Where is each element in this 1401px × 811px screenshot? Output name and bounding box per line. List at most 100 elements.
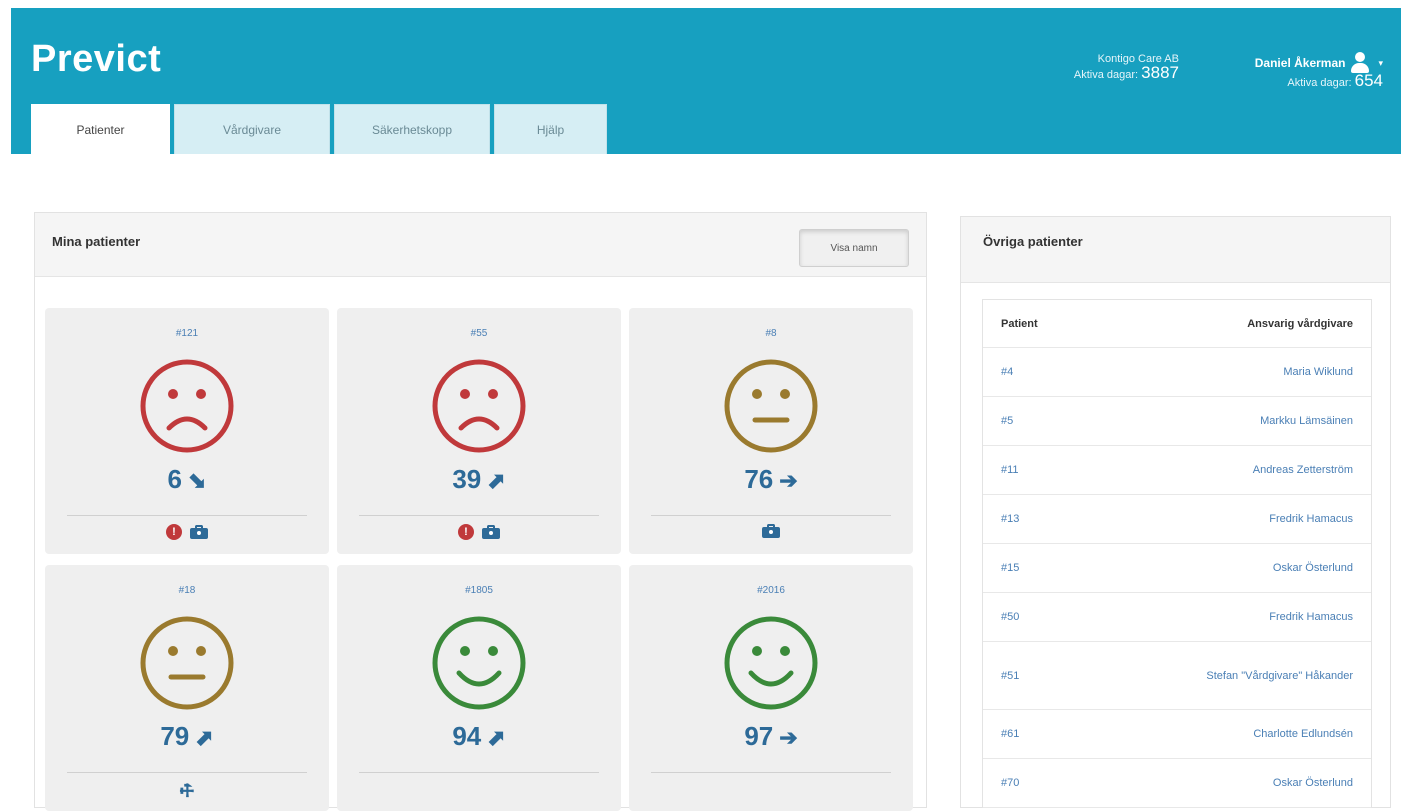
happy-face-icon bbox=[431, 615, 527, 716]
patient-score: 76 ➔ bbox=[629, 464, 913, 495]
caregiver-link[interactable]: Fredrik Hamacus bbox=[1269, 510, 1353, 528]
medkit-icon[interactable] bbox=[190, 525, 208, 539]
patient-link[interactable]: #13 bbox=[1001, 513, 1019, 525]
patient-score: 97 ➔ bbox=[629, 721, 913, 752]
card-status-icons bbox=[629, 524, 913, 538]
trend-up-right-icon: ⬈ bbox=[195, 725, 214, 750]
table-row[interactable]: #50 Fredrik Hamacus bbox=[983, 593, 1371, 642]
trend-right-icon: ➔ bbox=[779, 468, 798, 493]
neutral-face-icon bbox=[723, 358, 819, 459]
table-row[interactable]: #13 Fredrik Hamacus bbox=[983, 495, 1371, 544]
trend-down-right-icon: ⬊ bbox=[188, 468, 207, 493]
score-value: 97 bbox=[744, 721, 774, 751]
column-header-patient: Patient bbox=[1001, 317, 1038, 330]
caregiver-link[interactable]: Oskar Österlund bbox=[1273, 774, 1353, 792]
app-header: Previct Kontigo Care AB Aktiva dagar: 38… bbox=[11, 8, 1401, 154]
caregiver-link[interactable]: Andreas Zetterström bbox=[1253, 461, 1353, 479]
tab-vardgivare[interactable]: Vårdgivare bbox=[174, 104, 330, 154]
patient-id-link[interactable]: #2016 bbox=[629, 585, 913, 596]
organization-info: Kontigo Care AB Aktiva dagar: 3887 bbox=[1074, 52, 1179, 82]
org-active-days-value: 3887 bbox=[1141, 63, 1179, 82]
card-divider bbox=[651, 515, 891, 516]
patient-link[interactable]: #4 bbox=[1001, 366, 1013, 378]
other-patients-panel: Övriga patienter Patient Ansvarig vårdgi… bbox=[960, 216, 1391, 808]
chevron-down-icon[interactable]: ▾ bbox=[1378, 56, 1383, 70]
patient-card-grid: #121 6 ⬊! #55 39 ⬈! #8 76 ➔ #18 79 ⬈ ⚒ #1805 94 ⬈ #2016 9… bbox=[45, 308, 915, 811]
patient-card[interactable]: #1805 94 ⬈ bbox=[337, 565, 621, 811]
caregiver-link[interactable]: Markku Lämsäinen bbox=[1260, 412, 1353, 430]
sad-face-icon bbox=[139, 358, 235, 459]
alert-icon[interactable]: ! bbox=[458, 524, 474, 540]
patient-id-link[interactable]: #8 bbox=[629, 328, 913, 339]
happy-face-icon bbox=[723, 615, 819, 716]
card-divider bbox=[359, 515, 599, 516]
card-divider bbox=[359, 772, 599, 773]
patient-id-link[interactable]: #55 bbox=[337, 328, 621, 339]
caregiver-link[interactable]: Stefan "Vårdgivare" Håkander bbox=[1206, 667, 1353, 685]
patient-link[interactable]: #15 bbox=[1001, 562, 1019, 574]
score-value: 76 bbox=[744, 464, 774, 494]
my-patients-header: Mina patienter Visa namn bbox=[35, 213, 926, 277]
user-active-days-label: Aktiva dagar: bbox=[1287, 77, 1352, 89]
score-value: 94 bbox=[452, 721, 482, 751]
user-name[interactable]: Daniel Åkerman bbox=[1255, 56, 1346, 70]
card-status-icons: ⚒ bbox=[45, 779, 329, 803]
caregiver-link[interactable]: Charlotte Edlundsén bbox=[1253, 725, 1353, 743]
my-patients-title: Mina patienter bbox=[52, 234, 141, 249]
other-patients-title: Övriga patienter bbox=[983, 234, 1083, 249]
patient-link[interactable]: #51 bbox=[1001, 670, 1019, 682]
app-logo[interactable]: Previct bbox=[31, 38, 161, 81]
caregiver-link[interactable]: Fredrik Hamacus bbox=[1269, 608, 1353, 626]
patient-card[interactable]: #2016 97 ➔ bbox=[629, 565, 913, 811]
patient-score: 79 ⬈ bbox=[45, 721, 329, 752]
patient-link[interactable]: #70 bbox=[1001, 777, 1019, 789]
patient-id-link[interactable]: #18 bbox=[45, 585, 329, 596]
table-row[interactable]: #11 Andreas Zetterström bbox=[983, 446, 1371, 495]
my-patients-panel: Mina patienter Visa namn #121 6 ⬊! #55 39 ⬈! #… bbox=[34, 212, 927, 811]
patient-link[interactable]: #61 bbox=[1001, 728, 1019, 740]
column-header-caregiver: Ansvarig vårdgivare bbox=[1247, 317, 1353, 330]
card-status-icons: ! bbox=[337, 524, 621, 540]
patient-link[interactable]: #50 bbox=[1001, 611, 1019, 623]
patient-score: 39 ⬈ bbox=[337, 464, 621, 495]
tab-sakerhetskopp[interactable]: Säkerhetskopp bbox=[334, 104, 490, 154]
alert-icon[interactable]: ! bbox=[166, 524, 182, 540]
caregiver-link[interactable]: Oskar Österlund bbox=[1273, 559, 1353, 577]
table-row[interactable]: #61 Charlotte Edlundsén bbox=[983, 710, 1371, 759]
score-value: 39 bbox=[452, 464, 482, 494]
patient-card[interactable]: #55 39 ⬈! bbox=[337, 308, 621, 554]
main-tabs: Patienter Vårdgivare Säkerhetskopp Hjälp bbox=[31, 104, 607, 154]
card-status-icons: ! bbox=[45, 524, 329, 540]
patient-card[interactable]: #8 76 ➔ bbox=[629, 308, 913, 554]
org-active-days-label: Aktiva dagar: bbox=[1073, 69, 1139, 81]
user-menu[interactable]: Daniel Åkerman ▾ Aktiva dagar: 654 bbox=[1255, 52, 1383, 90]
patient-card[interactable]: #121 6 ⬊! bbox=[45, 308, 329, 554]
card-divider bbox=[67, 515, 307, 516]
medkit-icon[interactable] bbox=[482, 525, 500, 539]
patient-score: 94 ⬈ bbox=[337, 721, 621, 752]
table-row[interactable]: #5 Markku Lämsäinen bbox=[983, 397, 1371, 446]
patient-id-link[interactable]: #121 bbox=[45, 328, 329, 339]
table-row[interactable]: #70 Oskar Österlund bbox=[983, 759, 1371, 808]
patient-id-link[interactable]: #1805 bbox=[337, 585, 621, 596]
table-row[interactable]: #15 Oskar Österlund bbox=[983, 544, 1371, 593]
score-value: 6 bbox=[167, 464, 183, 494]
neutral-face-icon bbox=[139, 615, 235, 716]
patient-card[interactable]: #18 79 ⬈ ⚒ bbox=[45, 565, 329, 811]
trend-right-icon: ➔ bbox=[779, 725, 798, 750]
table-row[interactable]: #51 Stefan "Vårdgivare" Håkander bbox=[983, 642, 1371, 710]
caregiver-link[interactable]: Maria Wiklund bbox=[1283, 363, 1353, 381]
card-divider bbox=[67, 772, 307, 773]
tab-patienter[interactable]: Patienter bbox=[31, 104, 170, 154]
medkit-icon[interactable] bbox=[762, 524, 780, 538]
table-row[interactable]: #4 Maria Wiklund bbox=[983, 348, 1371, 397]
other-patients-header: Övriga patienter bbox=[961, 217, 1390, 283]
card-divider bbox=[651, 772, 891, 773]
wrench-icon[interactable]: ⚒ bbox=[175, 779, 199, 803]
patient-link[interactable]: #5 bbox=[1001, 415, 1013, 427]
user-icon[interactable] bbox=[1349, 52, 1371, 74]
patient-link[interactable]: #11 bbox=[1001, 464, 1019, 476]
tab-hjalp[interactable]: Hjälp bbox=[494, 104, 607, 154]
table-header-row: Patient Ansvarig vårdgivare bbox=[983, 300, 1371, 348]
show-names-button[interactable]: Visa namn bbox=[799, 229, 909, 267]
